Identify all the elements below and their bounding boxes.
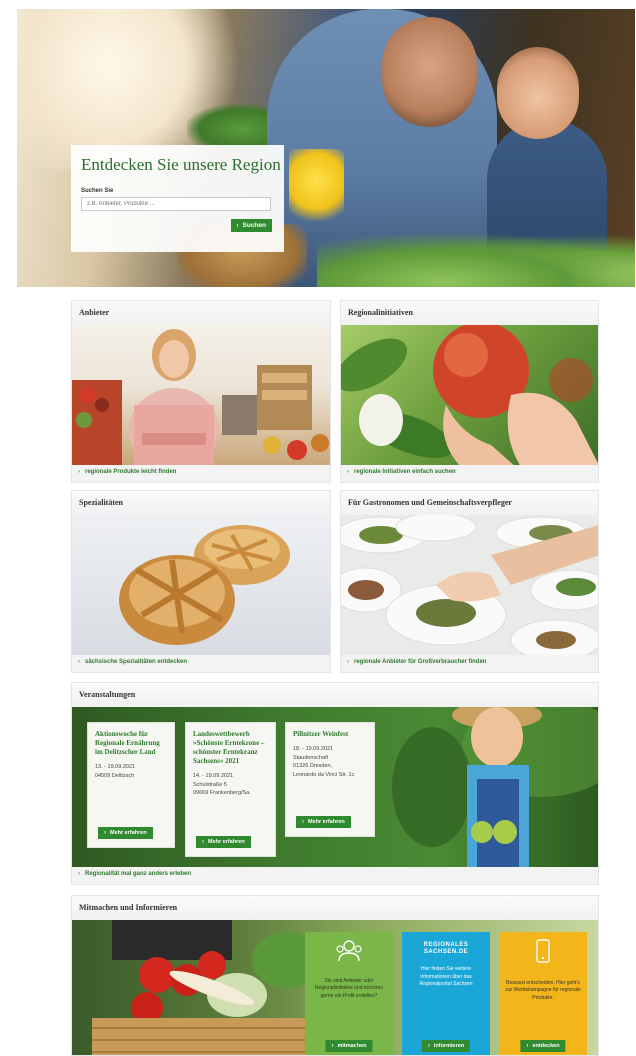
apple-illustration [341, 325, 598, 465]
card-spezialitaeten[interactable]: Spezialitäten › sächsische Spezialitäten … [71, 490, 331, 673]
hero-search-box: Entdecken Sie unsere Region Suchen Sie ›… [71, 145, 284, 252]
event-title: Aktionswoche für Regionale Ernährung im … [95, 730, 160, 757]
chevron-right-icon: › [331, 1043, 334, 1049]
card-image-spezialitaeten [72, 515, 330, 655]
mitmachen-section: Mitmachen und Informieren Sie sind Anbie… [71, 895, 599, 1056]
search-button-label: Suchen [242, 222, 266, 229]
card-link-spezialitaeten[interactable]: › sächsische Spezialitäten entdecken [72, 655, 330, 672]
mitmachen-button[interactable]: › mitmachen [325, 1040, 373, 1052]
card-link-text: regionale Anbieter für Großverbraucher f… [354, 659, 487, 665]
event-address: Leonardo da Vinci Str. 1c [293, 771, 355, 778]
event-date: 18. - 19.09.2021 [293, 746, 334, 753]
hero-boy-head [497, 47, 579, 139]
tile-informieren[interactable]: REGIONALES SACHSEN.DE Hier finden Sie we… [402, 932, 490, 1055]
event-address: 09669 Frankenberg/Sa. [193, 790, 251, 797]
card-link-gastronomen[interactable]: › regionale Anbieter für Großverbraucher … [341, 655, 598, 672]
hero-sunflower [289, 149, 344, 229]
chevron-right-icon: › [78, 659, 80, 665]
event-address: 01326 Dresden, [293, 763, 333, 770]
tile-text: Bewusst entscheiden. Hier geht's zur Wer… [505, 980, 581, 1001]
pastry-illustration [119, 525, 290, 645]
chevron-right-icon: › [526, 1043, 529, 1049]
card-title: Anbieter [72, 301, 330, 325]
event-details: 14. - 19.09.2021 Schulstraße 5 09669 Frank… [193, 772, 268, 798]
card-title: Regionalinitiativen [341, 301, 598, 325]
events-title: Veranstaltungen [72, 683, 598, 707]
mitmachen-button-label: mitmachen [337, 1043, 367, 1049]
event-date: 13. - 19.09.2021 [95, 764, 136, 771]
card-gastronomen[interactable]: Für Gastronomen und Gemeinschaftsverpfle… [340, 490, 599, 673]
search-label: Suchen Sie [81, 188, 114, 194]
chevron-right-icon: › [347, 659, 349, 665]
event-card-1[interactable]: Aktionswoche für Regionale Ernährung im … [87, 722, 175, 848]
mitmachen-banner: Sie sind Anbieter oder Regionalinitiativ… [72, 920, 598, 1055]
tile-text: Sie sind Anbieter oder Regionalinitiativ… [314, 978, 384, 999]
event-title: Pillnitzer Weinfest [293, 730, 349, 738]
chevron-right-icon: › [78, 469, 80, 475]
chevron-right-icon: › [78, 871, 80, 877]
tile-text: Hier finden Sie weitere Informationen üb… [419, 966, 473, 987]
chevron-right-icon: › [302, 819, 304, 825]
event-address: Schulstraße 5 [193, 781, 227, 788]
chevron-right-icon: › [236, 223, 239, 229]
events-link[interactable]: › Regionalität mal ganz anders erleben [72, 867, 598, 884]
event-more-button[interactable]: › Mehr erfahren [98, 827, 153, 839]
event-card-2[interactable]: Landeswettbewerb »Schönste Erntekrone – … [185, 722, 276, 857]
mitmachen-title: Mitmachen und Informieren [72, 896, 598, 920]
event-details: 18. - 19.09.2021 Staudenschaft 01326 Dresd… [293, 745, 367, 779]
card-image-gastronomen [341, 515, 598, 655]
card-regionalinitiativen[interactable]: Regionalinitiativen › regionale Initiativ… [340, 300, 599, 483]
events-section: Veranstaltungen Aktionswoche für Regiona… [71, 682, 599, 885]
event-date: 14. - 19.09.2021 [193, 773, 234, 780]
regionales-sachsen-logo: REGIONALES SACHSEN.DE [423, 942, 469, 956]
entdecken-button-label: entdecken [532, 1043, 560, 1049]
card-link-anbieter[interactable]: › regionale Produkte leicht finden [72, 465, 330, 482]
hero-title: Entdecken Sie unsere Region [81, 155, 281, 174]
hero-man-head [382, 17, 477, 127]
search-button[interactable]: › Suchen [230, 219, 272, 232]
card-link-regionalinitiativen[interactable]: › regionale Initiativen einfach suchen [341, 465, 598, 482]
chevron-right-icon: › [347, 469, 349, 475]
tile-entdecken[interactable]: Bewusst entscheiden. Hier geht's zur Wer… [499, 932, 587, 1055]
entdecken-button[interactable]: › entdecken [520, 1040, 566, 1052]
event-address: 04509 Delitzsch [95, 772, 135, 779]
event-more-button[interactable]: › Mehr erfahren [296, 816, 351, 828]
event-more-label: Mehr erfahren [308, 819, 345, 825]
chevron-right-icon: › [202, 839, 204, 845]
events-link-text: Regionalität mal ganz anders erleben [85, 871, 192, 877]
card-link-text: sächsische Spezialitäten entdecken [85, 659, 188, 665]
tile-mitmachen[interactable]: Sie sind Anbieter oder Regionalinitiativ… [305, 932, 393, 1055]
card-link-text: regionale Initiativen einfach suchen [354, 469, 456, 475]
card-image-regionalinitiativen [341, 325, 598, 465]
market-woman-illustration [72, 329, 329, 465]
card-title: Spezialitäten [72, 491, 330, 515]
event-title: Landeswettbewerb »Schönste Erntekrone – … [193, 730, 265, 766]
event-card-3[interactable]: Pillnitzer Weinfest 18. - 19.09.2021 Stau… [285, 722, 375, 837]
hero-vegetables [317, 234, 635, 287]
phone-icon [536, 939, 550, 963]
search-input[interactable] [81, 197, 271, 211]
card-link-text: regionale Produkte leicht finden [85, 469, 177, 475]
plates-illustration [341, 515, 598, 655]
informieren-button[interactable]: › informieren [421, 1040, 471, 1052]
event-more-button[interactable]: › Mehr erfahren [196, 836, 251, 848]
chevron-right-icon: › [104, 830, 106, 836]
event-details: 13. - 19.09.2021 04509 Delitzsch [95, 763, 167, 780]
card-image-anbieter [72, 325, 330, 465]
informieren-button-label: informieren [433, 1043, 465, 1049]
card-title: Für Gastronomen und Gemeinschaftsverpfle… [341, 491, 598, 515]
chevron-right-icon: › [427, 1043, 430, 1049]
events-banner: Aktionswoche für Regionale Ernährung im … [72, 707, 598, 867]
event-address: Staudenschaft [293, 754, 329, 761]
people-icon [336, 940, 362, 962]
event-more-label: Mehr erfahren [110, 830, 147, 836]
event-more-label: Mehr erfahren [208, 839, 245, 845]
card-anbieter[interactable]: Anbieter › regionale Produkte leicht find… [71, 300, 331, 483]
